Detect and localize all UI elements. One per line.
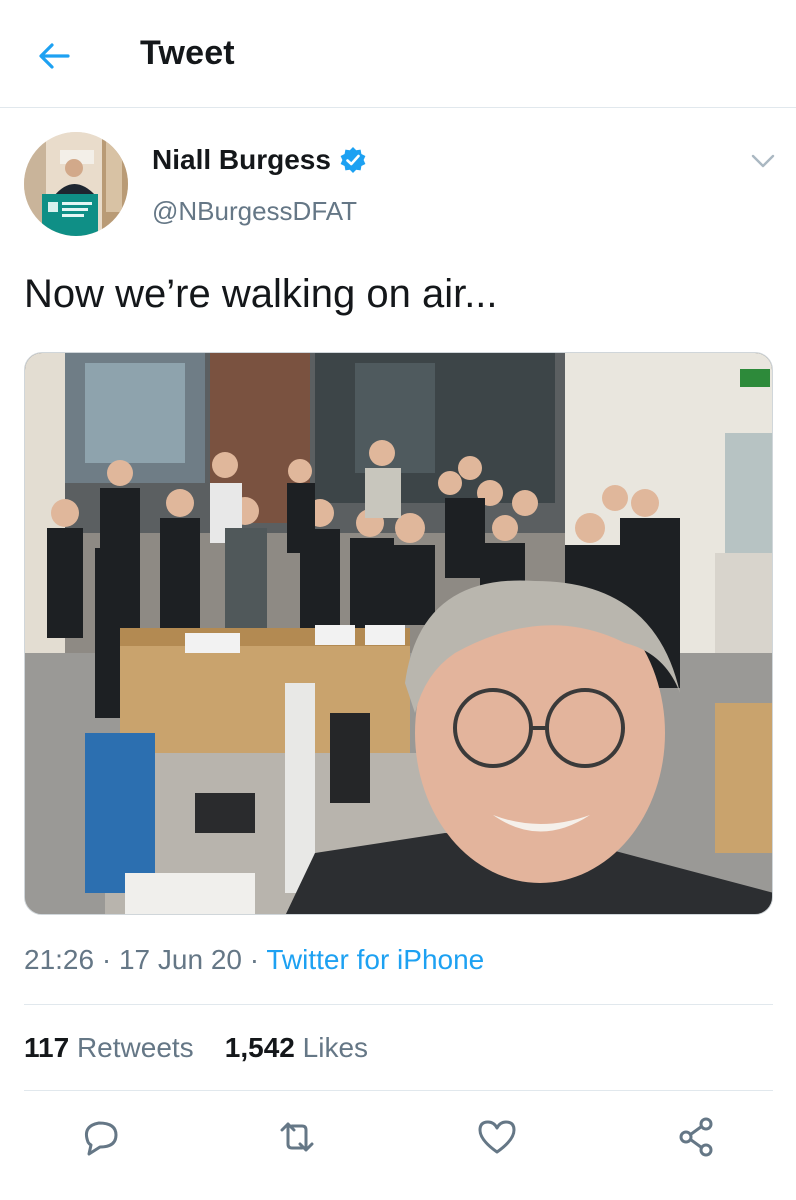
meta-separator: · (101, 944, 112, 975)
tweet-meta: 21:26 · 17 Jun 20 · Twitter for iPhone (24, 944, 484, 976)
tweet-text: Now we’re walking on air... (24, 272, 498, 316)
avatar-image (24, 132, 128, 236)
retweets-stat[interactable]: 117 Retweets (24, 1032, 194, 1063)
tweet-stats: 117 Retweets 1,542 Likes (24, 1032, 368, 1064)
avatar[interactable] (24, 132, 128, 236)
meta-separator: · (249, 944, 260, 975)
chevron-down-icon[interactable] (750, 150, 776, 172)
verified-badge-icon (340, 147, 366, 173)
retweet-icon[interactable] (272, 1112, 322, 1162)
tweet-date: 17 Jun 20 (118, 944, 242, 975)
action-bar (0, 1112, 796, 1166)
divider (24, 1004, 773, 1005)
reply-icon[interactable] (74, 1112, 124, 1162)
divider (24, 1090, 773, 1091)
back-arrow-icon[interactable] (34, 36, 74, 76)
tweet-photo[interactable] (24, 352, 773, 915)
tweet-source-link[interactable]: Twitter for iPhone (266, 944, 484, 975)
like-icon[interactable] (472, 1112, 522, 1162)
tweet-time: 21:26 (24, 944, 95, 975)
retweets-count: 117 (24, 1032, 70, 1063)
group-selfie-image (25, 353, 772, 914)
likes-stat[interactable]: 1,542 Likes (225, 1032, 368, 1063)
top-bar: Tweet (0, 0, 796, 108)
retweets-label: Retweets (76, 1032, 194, 1063)
likes-count: 1,542 (224, 1032, 295, 1063)
author-row[interactable]: Niall Burgess (152, 144, 367, 176)
page-title: Tweet (140, 34, 235, 72)
share-icon[interactable] (672, 1112, 722, 1162)
author-handle[interactable]: @NBurgessDFAT (152, 196, 357, 227)
author-name[interactable]: Niall Burgess (152, 144, 331, 176)
likes-label: Likes (302, 1032, 369, 1063)
